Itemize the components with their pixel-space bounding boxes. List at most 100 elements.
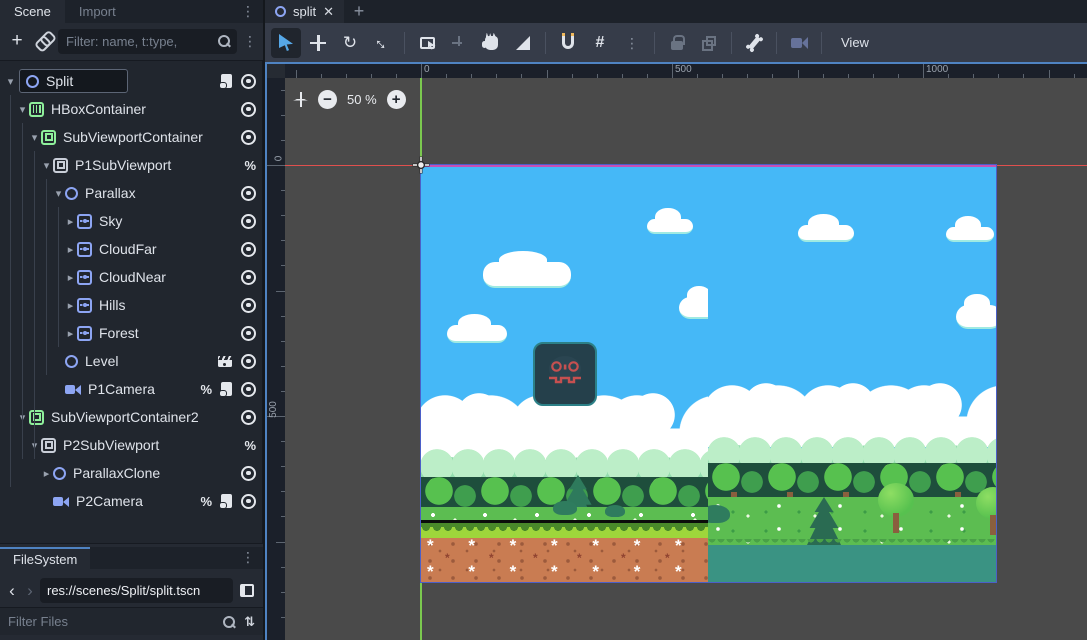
tree-node-parallax[interactable]: ▾Parallax <box>0 179 262 207</box>
new-scene-tab-button[interactable]: + <box>344 0 374 23</box>
visibility-icon[interactable] <box>241 242 256 257</box>
visibility-icon[interactable] <box>241 102 256 117</box>
visibility-icon[interactable] <box>241 354 256 369</box>
viewport-focus-border <box>265 62 1087 64</box>
zoom-level[interactable]: 50 % <box>347 92 377 107</box>
scale-tool-button[interactable]: ↔ <box>367 28 397 58</box>
tree-node-p1subviewport[interactable]: ▾P1SubViewport% <box>0 151 262 179</box>
chevron-down-icon[interactable]: ▾ <box>28 439 41 452</box>
tab-import[interactable]: Import <box>65 0 130 23</box>
script-icon[interactable] <box>221 74 232 88</box>
filesystem-filter[interactable]: Filter Files ⇅ <box>0 607 263 635</box>
tree-node-hboxcontainer[interactable]: ▾HBoxContainer <box>0 95 262 123</box>
dock-tab-bar: Scene Import ⋮ <box>0 0 263 23</box>
move-tool-button[interactable] <box>303 28 333 58</box>
tree-node-subviewportcontainer[interactable]: ▾SubViewportContainer <box>0 123 262 151</box>
dirt-ground: * * * * * * * * * * * * * * * * * * * * … <box>421 538 708 582</box>
bush <box>553 501 577 515</box>
scene-tab-split[interactable]: split ✕ <box>265 0 344 23</box>
select-tool-button[interactable] <box>271 28 301 58</box>
chevron-down-icon[interactable]: ▾ <box>16 103 29 116</box>
grass-field <box>708 497 996 545</box>
history-forward-button[interactable]: › <box>22 582 38 599</box>
grid-snap-button[interactable]: # <box>585 28 615 58</box>
group-button[interactable] <box>694 28 724 58</box>
visibility-icon[interactable] <box>241 410 256 425</box>
tree-node-hills[interactable]: ▸Hills <box>0 291 262 319</box>
tree-node-parallaxclone[interactable]: ▸ParallaxClone <box>0 459 262 487</box>
dock-menu-icon[interactable]: ⋮ <box>241 0 263 23</box>
zoom-in-button[interactable]: + <box>387 90 406 109</box>
visibility-icon[interactable] <box>241 74 256 89</box>
instance-scene-icon[interactable] <box>30 28 55 53</box>
chevron-down-icon[interactable]: ▾ <box>28 131 41 144</box>
player1-sprite[interactable] <box>533 342 597 406</box>
visibility-icon[interactable] <box>241 130 256 145</box>
chevron-right-icon[interactable]: ▸ <box>64 299 77 312</box>
current-path-field[interactable]: res://scenes/Split/split.tscn <box>40 578 233 603</box>
instanced-scene-icon[interactable] <box>218 356 232 367</box>
node-name-box[interactable]: Split <box>19 69 128 93</box>
origin-gizmo[interactable] <box>413 157 430 174</box>
tree-options-icon[interactable]: ⋮ <box>243 34 257 48</box>
chevron-right-icon[interactable]: ▸ <box>40 467 53 480</box>
ruler-label: 1000 <box>926 64 948 75</box>
tree-node-split[interactable]: ▾Split <box>0 67 262 95</box>
scene-icon <box>275 6 286 17</box>
visibility-icon[interactable] <box>241 326 256 341</box>
tree-node-sky[interactable]: ▸Sky <box>0 207 262 235</box>
lock-button[interactable] <box>662 28 692 58</box>
transform-snap-button[interactable] <box>444 28 474 58</box>
tree-node-p1camera[interactable]: P1Camera% <box>0 375 262 403</box>
rotate-tool-button[interactable]: ↻ <box>335 28 365 58</box>
script-icon[interactable] <box>221 382 232 396</box>
chevron-down-icon[interactable]: ▾ <box>40 159 53 172</box>
chevron-right-icon[interactable]: ▸ <box>64 271 77 284</box>
script-icon[interactable] <box>221 494 232 508</box>
tree-node-p2subviewport[interactable]: ▾P2SubViewport% <box>0 431 262 459</box>
sort-icon[interactable]: ⇅ <box>244 614 255 630</box>
visibility-icon[interactable] <box>241 186 256 201</box>
history-back-button[interactable]: ‹ <box>4 582 20 599</box>
canvas-2d[interactable]: * * * * * * * * * * * * * * * * * * * * … <box>285 78 1087 640</box>
list-select-button[interactable] <box>412 28 442 58</box>
unique-name-icon: % <box>200 494 212 509</box>
pan-tool-button[interactable] <box>476 28 506 58</box>
tree-node-cloudfar[interactable]: ▸CloudFar <box>0 235 262 263</box>
chevron-down-icon[interactable]: ▾ <box>52 187 65 200</box>
visibility-icon[interactable] <box>241 466 256 481</box>
toggle-split-mode-button[interactable] <box>235 578 259 602</box>
close-tab-icon[interactable]: ✕ <box>323 4 334 20</box>
toolbar-separator <box>821 32 822 54</box>
parallax-layer-icon <box>77 298 92 313</box>
tab-filesystem[interactable]: FileSystem <box>0 547 90 569</box>
snap-options-button[interactable]: ⋮ <box>617 28 647 58</box>
tree-node-subviewportcontainer2[interactable]: ▾SubViewportContainer2 <box>0 403 262 431</box>
zoom-out-button[interactable]: − <box>318 90 337 109</box>
tree-node-forest[interactable]: ▸Forest <box>0 319 262 347</box>
chevron-down-icon[interactable]: ▾ <box>16 411 29 424</box>
tree-node-level[interactable]: Level <box>0 347 262 375</box>
scale-tool-icon: ↔ <box>370 30 394 54</box>
chevron-right-icon[interactable]: ▸ <box>64 243 77 256</box>
visibility-icon[interactable] <box>241 214 256 229</box>
view-menu-button[interactable]: View <box>829 35 881 50</box>
tree-filter-input[interactable]: Filter: name, t:type, <box>58 29 237 54</box>
skeleton-button[interactable] <box>739 28 769 58</box>
ruler-tool-button[interactable] <box>508 28 538 58</box>
visibility-icon[interactable] <box>241 298 256 313</box>
visibility-icon[interactable] <box>241 382 256 397</box>
add-node-button[interactable]: + <box>6 31 28 51</box>
camera-override-button[interactable] <box>784 28 814 58</box>
center-view-icon[interactable] <box>293 92 308 107</box>
tree-node-p2camera[interactable]: P2Camera% <box>0 487 262 515</box>
chevron-right-icon[interactable]: ▸ <box>64 215 77 228</box>
filesystem-menu-icon[interactable]: ⋮ <box>241 547 263 569</box>
visibility-icon[interactable] <box>241 270 256 285</box>
tree-node-cloudnear[interactable]: ▸CloudNear <box>0 263 262 291</box>
visibility-icon[interactable] <box>241 494 256 509</box>
chevron-down-icon[interactable]: ▾ <box>4 75 17 88</box>
chevron-right-icon[interactable]: ▸ <box>64 327 77 340</box>
tab-scene[interactable]: Scene <box>0 0 65 23</box>
smart-snap-button[interactable] <box>553 28 583 58</box>
